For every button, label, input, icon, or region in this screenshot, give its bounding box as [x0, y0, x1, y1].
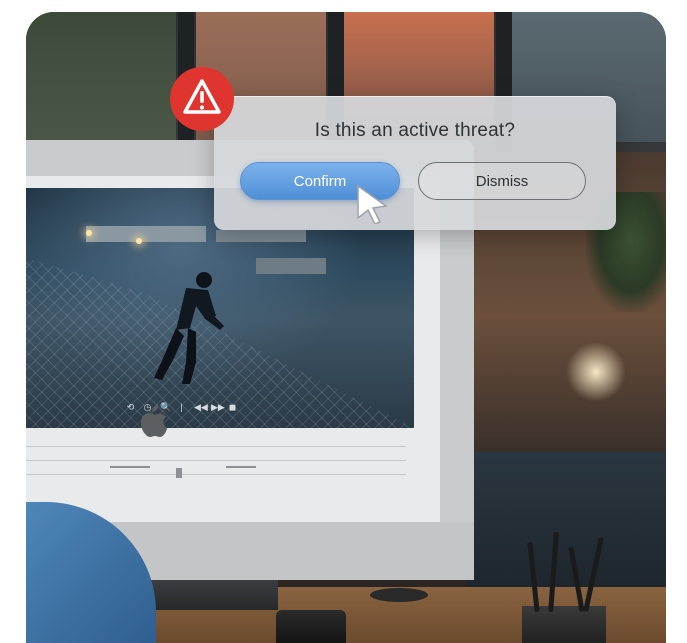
stop-icon[interactable]: ◼	[228, 402, 237, 413]
skip-back-icon[interactable]: ◀◀	[194, 402, 208, 413]
mouse	[370, 588, 428, 602]
timeline-track	[26, 460, 406, 461]
apple-logo-icon	[140, 404, 167, 437]
lamp-glow	[566, 342, 626, 402]
timeline-event[interactable]	[226, 466, 256, 468]
intruder-figure	[154, 272, 224, 384]
warehouse-building	[86, 226, 206, 242]
dismiss-button[interactable]: Dismiss	[418, 162, 586, 200]
event-timeline[interactable]	[26, 438, 426, 508]
rewind-icon[interactable]: ⟲	[126, 402, 135, 413]
timeline-track	[26, 446, 406, 447]
floodlight	[136, 238, 142, 244]
warehouse-building	[216, 230, 306, 242]
floodlight	[86, 230, 92, 236]
timeline-event[interactable]	[176, 468, 182, 478]
window-pane	[26, 12, 176, 142]
divider: |	[180, 402, 183, 412]
monitor-stand	[138, 580, 278, 610]
warehouse-building	[256, 258, 326, 274]
coffee-mug	[276, 610, 346, 643]
timeline-track	[26, 474, 406, 475]
cabinet	[466, 452, 666, 602]
dialog-question: Is this an active threat?	[314, 120, 516, 141]
warning-triangle-icon	[170, 67, 234, 131]
timeline-event[interactable]	[110, 466, 150, 468]
threat-confirmation-dialog: Is this an active threat? Confirm Dismis…	[214, 96, 616, 230]
pointer-cursor-icon	[357, 184, 388, 224]
skip-forward-icon[interactable]: ▶▶	[211, 402, 225, 413]
